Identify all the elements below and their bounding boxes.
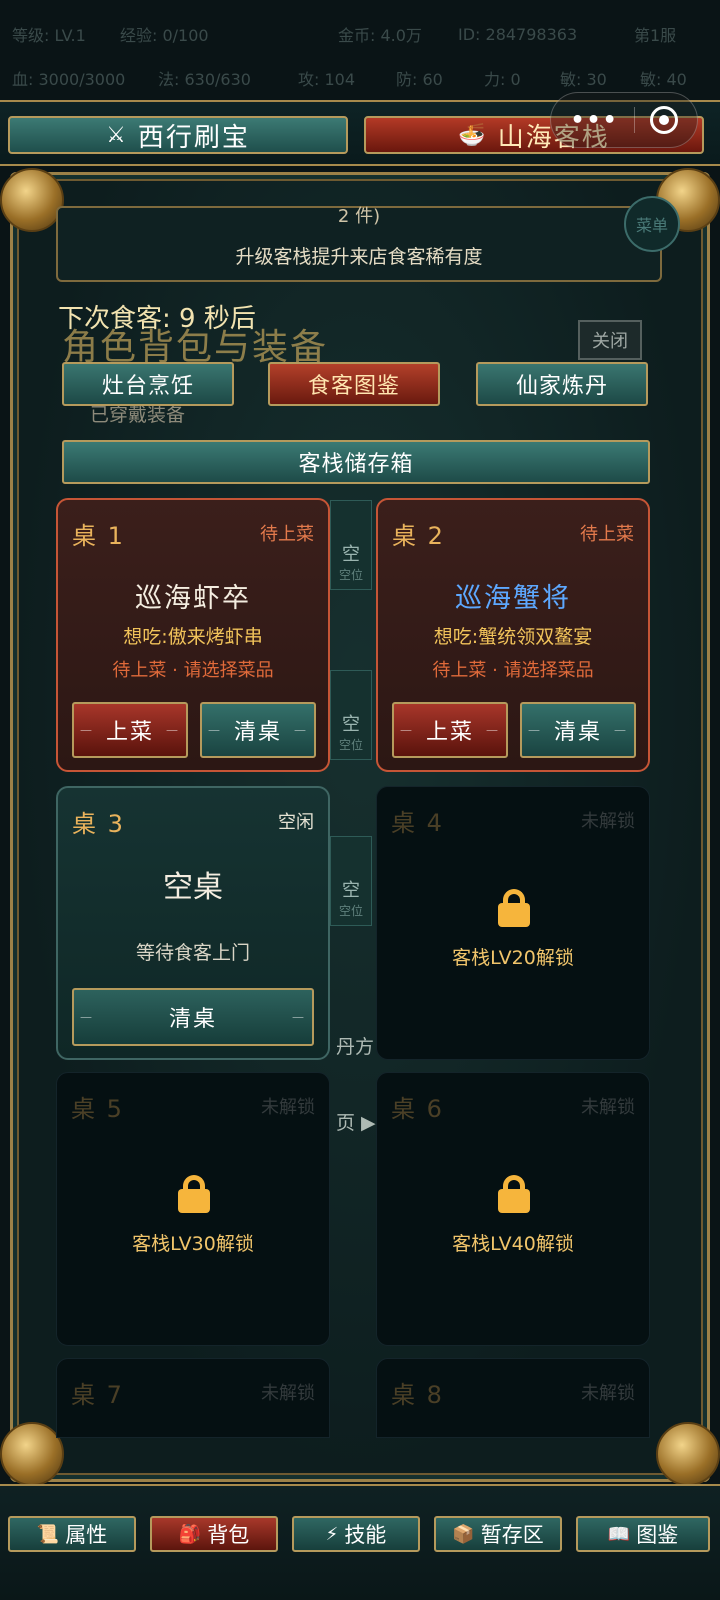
hp-text: 血: 3000/3000: [12, 70, 126, 89]
capsule-divider: [633, 107, 635, 133]
tab-guest-catalog[interactable]: 食客图鉴: [268, 362, 440, 406]
table-name: 桌 3: [72, 810, 125, 838]
next-guest-countdown: 下次食客: 9 秒后: [58, 304, 256, 334]
corner-ornament: [0, 168, 64, 232]
table-status: 未解锁: [261, 1383, 315, 1404]
server-text: 第1服: [634, 26, 677, 45]
table-status: 空闲: [278, 812, 314, 833]
status-row-1: 等级: LV.1 经验: 0/100 金币: 4.0万 ID: 28479836…: [0, 12, 720, 56]
exp-text: 经验: 0/100: [120, 26, 209, 45]
tab-west-treasure[interactable]: ⚔ 西行刷宝: [8, 116, 348, 154]
table-name: 桌 6: [391, 1095, 444, 1123]
empty-table-label: 空桌: [163, 870, 223, 905]
bg-equip-slot: 空空位: [330, 670, 372, 760]
nav-catalog[interactable]: 📖 图鉴: [576, 1516, 710, 1552]
guest-wish: 想吃:傲来烤虾串: [123, 626, 263, 648]
bg-page-text: 页 ▶: [336, 1112, 376, 1134]
tab-stove-cooking[interactable]: 灶台烹饪: [62, 362, 234, 406]
atk-text: 攻: 104: [298, 70, 356, 89]
table-name: 桌 2: [392, 522, 445, 550]
box-icon: 📦: [452, 1523, 475, 1545]
nav-label: 暂存区: [480, 1523, 544, 1547]
bg-recipe-text: 丹方: [336, 1036, 375, 1058]
clear-table-button[interactable]: 清桌: [200, 702, 316, 758]
table-card-4: 桌 4 未解锁 客栈LV20解锁: [376, 786, 650, 1060]
notice-line-1: 2 件): [337, 206, 381, 227]
nav-label: 属性: [65, 1523, 108, 1547]
miniprogram-capsule: •••: [550, 92, 698, 148]
table-status: 未解锁: [581, 811, 635, 832]
lock-icon: [498, 889, 530, 927]
lock-icon: [498, 1175, 530, 1213]
book-icon: 📖: [607, 1523, 631, 1545]
close-button[interactable]: 关闭: [578, 320, 642, 360]
id-text: ID: 284798363: [458, 24, 578, 44]
backpack-icon: 🎒: [178, 1523, 202, 1545]
tab-label: 西行刷宝: [137, 122, 250, 153]
lightning-icon: ⚡: [325, 1523, 339, 1545]
lock-icon: [178, 1175, 210, 1213]
nav-backpack[interactable]: 🎒 背包: [150, 1516, 278, 1552]
nav-storage[interactable]: 📦 暂存区: [434, 1516, 562, 1552]
agi-text: 敏: 30: [560, 70, 607, 89]
serve-button[interactable]: 上菜: [392, 702, 508, 758]
gold-text: 金币: 4.0万: [338, 26, 422, 45]
table-card-6: 桌 6 未解锁 客栈LV40解锁: [376, 1072, 650, 1346]
menu-button[interactable]: 菜单: [624, 196, 680, 252]
table-card-1: 桌 1 待上菜 巡海虾卒 想吃:傲来烤虾串 待上菜 · 请选择菜品 上菜 清桌: [56, 498, 330, 772]
table-name: 桌 4: [391, 809, 444, 837]
corner-ornament: [0, 1422, 64, 1486]
unlock-requirement: 客栈LV30解锁: [132, 1233, 254, 1255]
bottom-nav: 📜 属性 🎒 背包 ⚡ 技能 📦 暂存区 📖 图鉴: [0, 1484, 720, 1600]
table-card-3: 桌 3 空闲 空桌 等待食客上门 清桌: [56, 786, 330, 1060]
table-card-2: 桌 2 待上菜 巡海蟹将 想吃:蟹统领双鳌宴 待上菜 · 请选择菜品 上菜 清桌: [376, 498, 650, 772]
table-status: 待上菜: [580, 524, 634, 545]
clear-table-button[interactable]: 清桌: [72, 988, 314, 1046]
corner-ornament: [656, 1422, 720, 1486]
inn-notice-box: 2 件) 升级客栈提升来店食客稀有度: [56, 206, 662, 282]
serve-hint: 待上菜 · 请选择菜品: [432, 660, 594, 681]
table-status: 未解锁: [581, 1097, 635, 1118]
nav-label: 技能: [344, 1523, 387, 1547]
nav-label: 图鉴: [636, 1523, 679, 1547]
table-card-7: 桌 7 未解锁: [56, 1358, 330, 1438]
noodle-bowl-icon: 🍜: [458, 122, 488, 148]
scroll-icon: 📜: [36, 1523, 60, 1545]
guest-wish: 想吃:蟹统领双鳌宴: [433, 626, 593, 648]
bg-equip-slot: 空空位: [330, 836, 372, 926]
more-button[interactable]: •••: [570, 108, 618, 133]
tab-alchemy[interactable]: 仙家炼丹: [476, 362, 648, 406]
waiting-text: 等待食客上门: [135, 942, 250, 964]
bg-equip-slot: 空空位: [330, 500, 372, 590]
table-card-8: 桌 8 未解锁: [376, 1358, 650, 1438]
table-status: 待上菜: [260, 524, 314, 545]
table-name: 桌 5: [71, 1095, 124, 1123]
notice-line-2: 升级客栈提升来店食客稀有度: [235, 246, 483, 268]
str-text: 力: 0: [484, 70, 521, 89]
table-name: 桌 7: [71, 1381, 124, 1409]
crossed-swords-icon: ⚔: [106, 122, 128, 148]
agi2-text: 敏: 40: [640, 70, 687, 89]
clear-table-button[interactable]: 清桌: [520, 702, 636, 758]
mp-text: 法: 630/630: [158, 70, 251, 89]
table-status: 未解锁: [261, 1097, 315, 1118]
def-text: 防: 60: [396, 70, 443, 89]
nav-label: 背包: [207, 1523, 250, 1547]
close-miniprogram-icon[interactable]: [649, 106, 678, 134]
table-name: 桌 1: [72, 522, 125, 550]
serve-button[interactable]: 上菜: [72, 702, 188, 758]
serve-hint: 待上菜 · 请选择菜品: [112, 660, 274, 681]
inn-storage-button[interactable]: 客栈储存箱: [62, 440, 650, 484]
unlock-requirement: 客栈LV20解锁: [452, 947, 574, 969]
guest-name: 巡海虾卒: [135, 583, 251, 614]
table-name: 桌 8: [391, 1381, 444, 1409]
table-card-5: 桌 5 未解锁 客栈LV30解锁: [56, 1072, 330, 1346]
nav-skills[interactable]: ⚡ 技能: [292, 1516, 420, 1552]
guest-name: 巡海蟹将: [455, 583, 571, 614]
unlock-requirement: 客栈LV40解锁: [452, 1233, 574, 1255]
nav-attributes[interactable]: 📜 属性: [8, 1516, 136, 1552]
table-status: 未解锁: [581, 1383, 635, 1404]
level-text: 等级: LV.1: [12, 26, 86, 45]
